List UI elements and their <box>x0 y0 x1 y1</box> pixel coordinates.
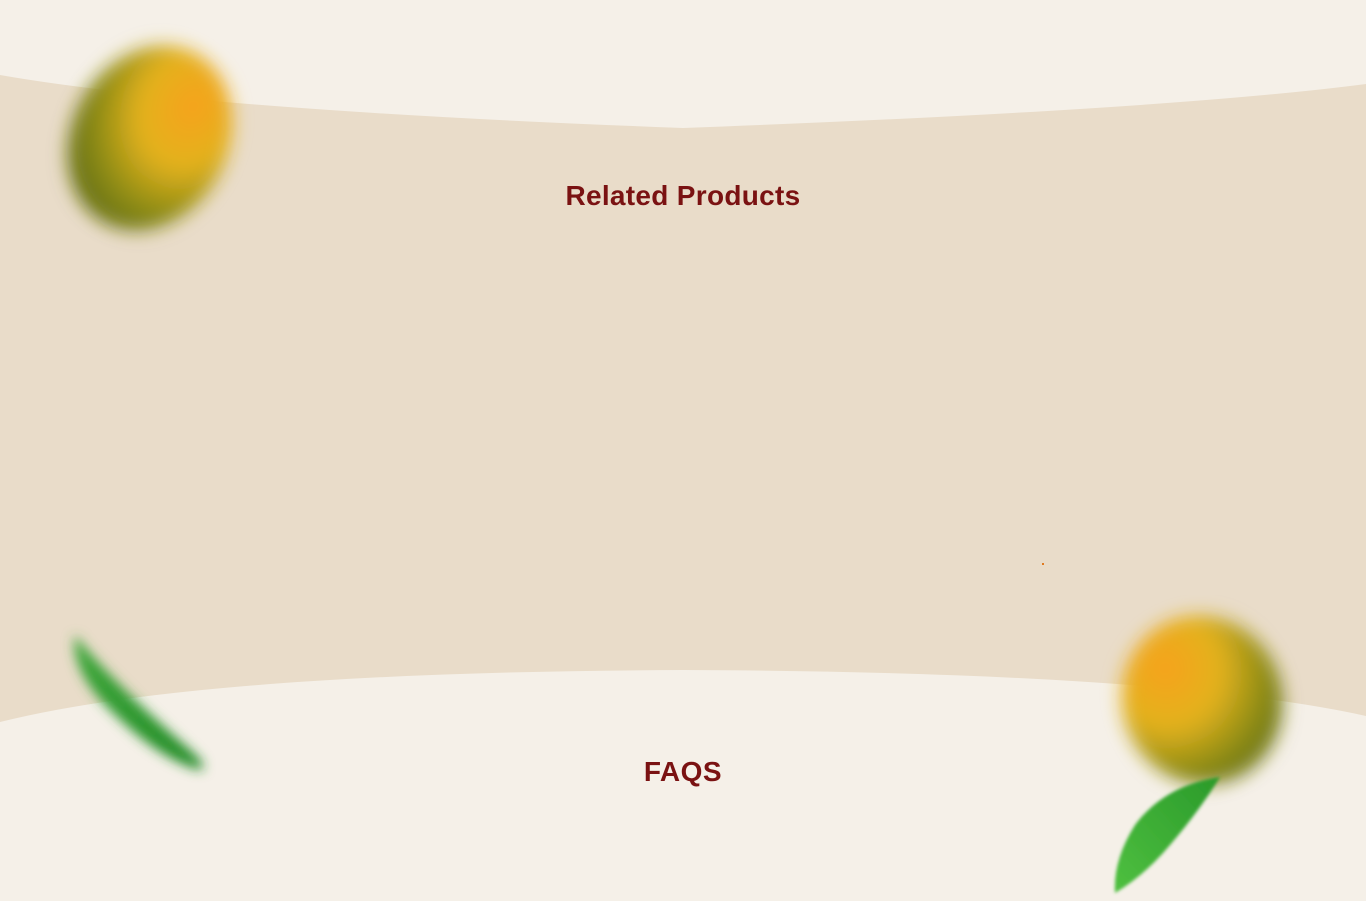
accent-dot <box>1042 563 1044 565</box>
related-products-title: Related Products <box>565 180 801 211</box>
faqs-title: FAQS <box>643 756 723 787</box>
